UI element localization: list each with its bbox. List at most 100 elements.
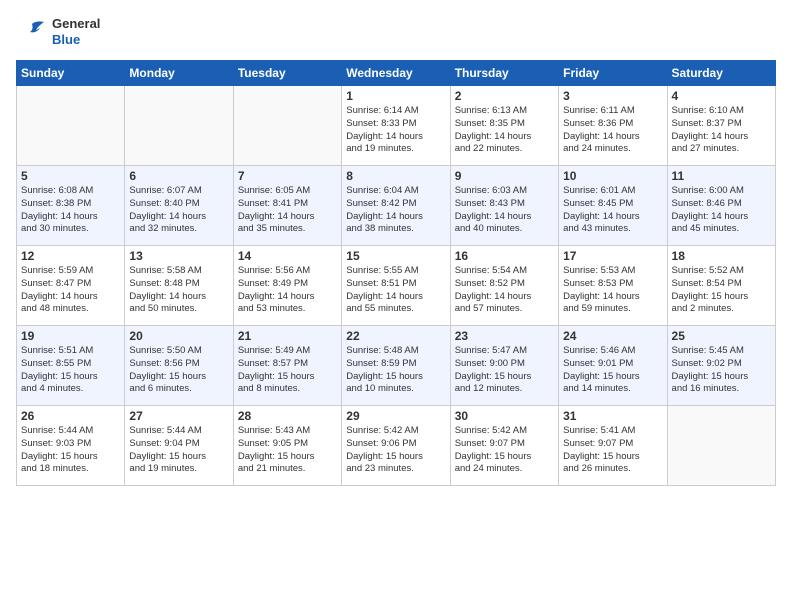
day-info: Sunrise: 6:05 AM Sunset: 8:41 PM Dayligh… — [238, 185, 337, 236]
calendar-cell: 4Sunrise: 6:10 AM Sunset: 8:37 PM Daylig… — [667, 86, 775, 166]
day-number: 8 — [346, 169, 445, 183]
day-info: Sunrise: 5:58 AM Sunset: 8:48 PM Dayligh… — [129, 265, 228, 316]
day-info: Sunrise: 5:50 AM Sunset: 8:56 PM Dayligh… — [129, 345, 228, 396]
day-info: Sunrise: 5:56 AM Sunset: 8:49 PM Dayligh… — [238, 265, 337, 316]
calendar-week-5: 26Sunrise: 5:44 AM Sunset: 9:03 PM Dayli… — [17, 406, 776, 486]
calendar-cell — [17, 86, 125, 166]
calendar-cell: 30Sunrise: 5:42 AM Sunset: 9:07 PM Dayli… — [450, 406, 558, 486]
calendar-cell: 10Sunrise: 6:01 AM Sunset: 8:45 PM Dayli… — [559, 166, 667, 246]
day-number: 5 — [21, 169, 120, 183]
calendar-cell: 1 Sunrise: 6:14 AM Sunset: 8:33 PM Daylig… — [342, 86, 450, 166]
day-number: 25 — [672, 329, 771, 343]
day-number: 9 — [455, 169, 554, 183]
calendar-cell: 28 Sunrise: 5:43 AM Sunset: 9:05 PM Dayli… — [233, 406, 341, 486]
weekday-header-friday: Friday — [559, 61, 667, 86]
day-info: Sunrise: 5:55 AM Sunset: 8:51 PM Dayligh… — [346, 265, 445, 316]
day-info: Sunrise: 5:45 AM Sunset: 9:02 PM Dayligh… — [672, 345, 771, 396]
day-number: 15 — [346, 249, 445, 263]
day-info: Sunrise: 6:11 AM Sunset: 8:36 PM Dayligh… — [563, 105, 662, 156]
day-number: 6 — [129, 169, 228, 183]
calendar-cell: 20 Sunrise: 5:50 AM Sunset: 8:56 PM Dayli… — [125, 326, 233, 406]
calendar-cell: 17 Sunrise: 5:53 AM Sunset: 8:53 PM Dayli… — [559, 246, 667, 326]
calendar-cell — [233, 86, 341, 166]
day-number: 26 — [21, 409, 120, 423]
calendar-cell — [667, 406, 775, 486]
day-info: Sunrise: 6:10 AM Sunset: 8:37 PM Dayligh… — [672, 105, 771, 156]
day-info: Sunrise: 6:03 AM Sunset: 8:43 PM Dayligh… — [455, 185, 554, 236]
day-info: Sunrise: 5:59 AM Sunset: 8:47 PM Dayligh… — [21, 265, 120, 316]
day-info: Sunrise: 6:08 AM Sunset: 8:38 PM Dayligh… — [21, 185, 120, 236]
day-info: Sunrise: 6:00 AM Sunset: 8:46 PM Dayligh… — [672, 185, 771, 236]
day-number: 14 — [238, 249, 337, 263]
weekday-header-tuesday: Tuesday — [233, 61, 341, 86]
calendar-cell: 14 Sunrise: 5:56 AM Sunset: 8:49 PM Dayli… — [233, 246, 341, 326]
calendar-cell: 6Sunrise: 6:07 AM Sunset: 8:40 PM Daylig… — [125, 166, 233, 246]
day-info: Sunrise: 6:13 AM Sunset: 8:35 PM Dayligh… — [455, 105, 554, 156]
calendar-cell — [125, 86, 233, 166]
day-number: 24 — [563, 329, 662, 343]
day-number: 21 — [238, 329, 337, 343]
weekday-header-wednesday: Wednesday — [342, 61, 450, 86]
day-number: 23 — [455, 329, 554, 343]
calendar-cell: 12 Sunrise: 5:59 AM Sunset: 8:47 PM Dayli… — [17, 246, 125, 326]
weekday-header-thursday: Thursday — [450, 61, 558, 86]
calendar-week-2: 5 Sunrise: 6:08 AM Sunset: 8:38 PM Daylig… — [17, 166, 776, 246]
calendar-cell: 29 Sunrise: 5:42 AM Sunset: 9:06 PM Dayli… — [342, 406, 450, 486]
day-info: Sunrise: 5:48 AM Sunset: 8:59 PM Dayligh… — [346, 345, 445, 396]
day-info: Sunrise: 5:51 AM Sunset: 8:55 PM Dayligh… — [21, 345, 120, 396]
day-number: 16 — [455, 249, 554, 263]
day-number: 11 — [672, 169, 771, 183]
day-number: 3 — [563, 89, 662, 103]
day-number: 19 — [21, 329, 120, 343]
calendar-cell: 19 Sunrise: 5:51 AM Sunset: 8:55 PM Dayli… — [17, 326, 125, 406]
day-number: 12 — [21, 249, 120, 263]
calendar-cell: 22 Sunrise: 5:48 AM Sunset: 8:59 PM Dayli… — [342, 326, 450, 406]
day-info: Sunrise: 5:43 AM Sunset: 9:05 PM Dayligh… — [238, 425, 337, 476]
calendar-cell: 23 Sunrise: 5:47 AM Sunset: 9:00 PM Dayli… — [450, 326, 558, 406]
day-info: Sunrise: 5:52 AM Sunset: 8:54 PM Dayligh… — [672, 265, 771, 316]
calendar-week-1: 1 Sunrise: 6:14 AM Sunset: 8:33 PM Daylig… — [17, 86, 776, 166]
calendar-cell: 3 Sunrise: 6:11 AM Sunset: 8:36 PM Daylig… — [559, 86, 667, 166]
calendar-cell: 15 Sunrise: 5:55 AM Sunset: 8:51 PM Dayli… — [342, 246, 450, 326]
calendar-cell: 11 Sunrise: 6:00 AM Sunset: 8:46 PM Dayli… — [667, 166, 775, 246]
day-number: 17 — [563, 249, 662, 263]
day-number: 28 — [238, 409, 337, 423]
weekday-header-sunday: Sunday — [17, 61, 125, 86]
weekday-header-saturday: Saturday — [667, 61, 775, 86]
weekday-header-row: SundayMondayTuesdayWednesdayThursdayFrid… — [17, 61, 776, 86]
calendar-table: SundayMondayTuesdayWednesdayThursdayFrid… — [16, 60, 776, 486]
day-info: Sunrise: 6:04 AM Sunset: 8:42 PM Dayligh… — [346, 185, 445, 236]
day-info: Sunrise: 5:41 AM Sunset: 9:07 PM Dayligh… — [563, 425, 662, 476]
calendar-cell: 13Sunrise: 5:58 AM Sunset: 8:48 PM Dayli… — [125, 246, 233, 326]
day-number: 20 — [129, 329, 228, 343]
day-info: Sunrise: 5:42 AM Sunset: 9:06 PM Dayligh… — [346, 425, 445, 476]
calendar-cell: 25 Sunrise: 5:45 AM Sunset: 9:02 PM Dayli… — [667, 326, 775, 406]
calendar-cell: 18 Sunrise: 5:52 AM Sunset: 8:54 PM Dayli… — [667, 246, 775, 326]
calendar-week-4: 19 Sunrise: 5:51 AM Sunset: 8:55 PM Dayli… — [17, 326, 776, 406]
day-info: Sunrise: 5:54 AM Sunset: 8:52 PM Dayligh… — [455, 265, 554, 316]
day-number: 7 — [238, 169, 337, 183]
day-number: 18 — [672, 249, 771, 263]
calendar-cell: 5 Sunrise: 6:08 AM Sunset: 8:38 PM Daylig… — [17, 166, 125, 246]
calendar-cell: 27 Sunrise: 5:44 AM Sunset: 9:04 PM Dayli… — [125, 406, 233, 486]
day-number: 30 — [455, 409, 554, 423]
day-info: Sunrise: 5:46 AM Sunset: 9:01 PM Dayligh… — [563, 345, 662, 396]
weekday-header-monday: Monday — [125, 61, 233, 86]
day-info: Sunrise: 5:44 AM Sunset: 9:04 PM Dayligh… — [129, 425, 228, 476]
calendar-cell: 24 Sunrise: 5:46 AM Sunset: 9:01 PM Dayli… — [559, 326, 667, 406]
calendar-cell: 2 Sunrise: 6:13 AM Sunset: 8:35 PM Daylig… — [450, 86, 558, 166]
calendar-week-3: 12 Sunrise: 5:59 AM Sunset: 8:47 PM Dayli… — [17, 246, 776, 326]
page-header: General Blue — [16, 16, 776, 48]
day-number: 29 — [346, 409, 445, 423]
day-number: 22 — [346, 329, 445, 343]
day-info: Sunrise: 6:14 AM Sunset: 8:33 PM Dayligh… — [346, 105, 445, 156]
day-number: 2 — [455, 89, 554, 103]
logo-general: General — [52, 16, 100, 32]
day-number: 1 — [346, 89, 445, 103]
day-info: Sunrise: 5:47 AM Sunset: 9:00 PM Dayligh… — [455, 345, 554, 396]
day-info: Sunrise: 5:49 AM Sunset: 8:57 PM Dayligh… — [238, 345, 337, 396]
calendar-cell: 21 Sunrise: 5:49 AM Sunset: 8:57 PM Dayli… — [233, 326, 341, 406]
day-number: 27 — [129, 409, 228, 423]
calendar-cell: 8 Sunrise: 6:04 AM Sunset: 8:42 PM Daylig… — [342, 166, 450, 246]
day-info: Sunrise: 5:53 AM Sunset: 8:53 PM Dayligh… — [563, 265, 662, 316]
